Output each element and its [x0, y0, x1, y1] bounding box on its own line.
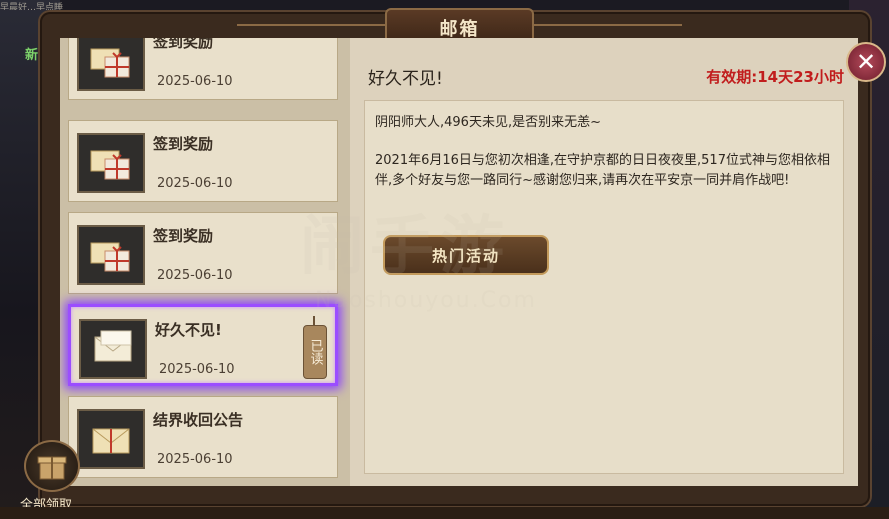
gift-box-icon — [24, 440, 80, 492]
bottom-bar — [0, 507, 889, 519]
mail-item-selected[interactable]: 好久不见! 2025-06-10 已读 — [68, 304, 338, 386]
close-button[interactable]: ✕ — [846, 42, 886, 82]
close-icon: ✕ — [855, 48, 877, 76]
mail-date: 2025-06-10 — [159, 362, 235, 377]
reward-package-icon — [77, 133, 145, 193]
mail-title: 签到奖励 — [153, 227, 214, 245]
watermark-sub: Naoshouyou.Com — [315, 288, 537, 313]
mail-subject: 好久不见! — [368, 69, 443, 89]
mail-date: 2025-06-10 — [157, 176, 233, 191]
mail-date: 2025-06-10 — [157, 74, 233, 89]
mail-content-box: 阴阳师大人,496天未见,是否别来无恙~ 2021年6月16日与您初次相逢,在守… — [364, 100, 844, 474]
letter-icon — [77, 409, 145, 469]
mail-body-line: 2021年6月16日与您初次相逢,在守护京都的日日夜夜里,517位式神与您相依相… — [375, 153, 830, 188]
mail-date: 2025-06-10 — [157, 268, 233, 283]
mail-title: 好久不见! — [155, 321, 222, 339]
mail-item[interactable]: 签到奖励 2025-06-10 — [68, 38, 338, 100]
mail-date: 2025-06-10 — [157, 452, 233, 467]
letter-icon — [79, 319, 147, 379]
mail-item[interactable]: 签到奖励 2025-06-10 — [68, 120, 338, 202]
new-badge: 新 — [25, 48, 39, 63]
mail-title: 签到奖励 — [153, 135, 214, 153]
collect-all-button[interactable]: 全部领取 — [18, 440, 86, 513]
mail-item[interactable]: 结界收回公告 2025-06-10 — [68, 396, 338, 478]
read-tag: 已读 — [303, 316, 327, 379]
mail-title: 签到奖励 — [153, 38, 214, 51]
reward-package-icon — [77, 38, 145, 91]
reward-package-icon — [77, 225, 145, 285]
top-hint-text: 早晨好…早点睡 — [0, 3, 64, 10]
mail-title: 结界收回公告 — [153, 411, 244, 429]
watermark-main: 闹手游 — [300, 210, 510, 284]
mail-body-line: 阴阳师大人,496天未见,是否别来无恙~ — [375, 115, 601, 130]
mail-item[interactable]: 签到奖励 2025-06-10 — [68, 212, 338, 294]
validity-text: 有效期:14天23小时 — [706, 68, 844, 86]
